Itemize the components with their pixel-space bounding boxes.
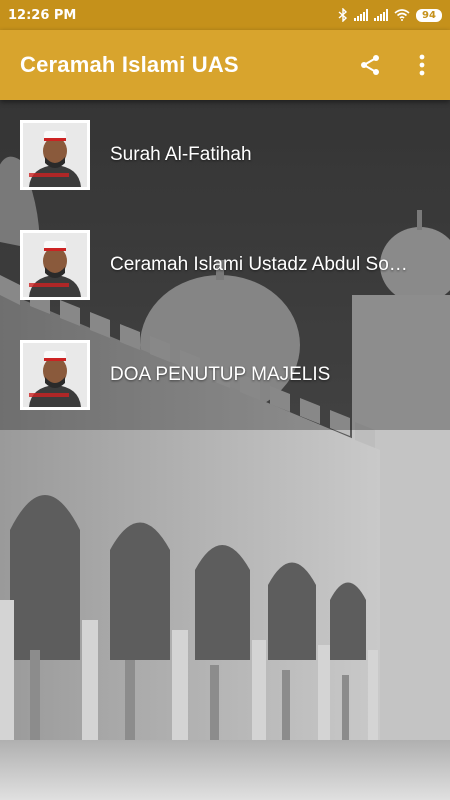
battery-icon: 94 <box>416 8 442 22</box>
app-bar: Ceramah Islami UAS <box>0 30 450 100</box>
status-icons: 94 <box>338 8 442 22</box>
wifi-icon <box>394 9 410 21</box>
portrait-icon <box>23 233 87 297</box>
bluetooth-icon <box>338 8 348 22</box>
list-item-label: Surah Al-Fatihah <box>110 144 252 165</box>
share-button[interactable] <box>348 43 392 87</box>
portrait-icon <box>23 123 87 187</box>
portrait-icon <box>23 343 87 407</box>
overflow-menu-button[interactable] <box>400 43 444 87</box>
list-item-label: Ceramah Islami Ustadz Abdul Somad <box>110 254 415 275</box>
app-title: Ceramah Islami UAS <box>20 52 239 77</box>
battery-level: 94 <box>422 9 436 21</box>
signal-icon <box>354 9 368 21</box>
status-bar: 12:26 PM 94 <box>0 0 450 30</box>
more-vert-icon <box>419 54 425 76</box>
ustadz-portrait-thumbnail <box>20 230 90 300</box>
ustadz-portrait-thumbnail <box>20 340 90 410</box>
list-item[interactable]: Surah Al-Fatihah <box>0 100 450 210</box>
list-item[interactable]: Ceramah Islami Ustadz Abdul Somad <box>0 210 450 320</box>
list-item[interactable]: DOA PENUTUP MAJELIS <box>0 320 450 430</box>
list-item-label: DOA PENUTUP MAJELIS <box>110 364 331 385</box>
share-icon <box>361 55 379 75</box>
status-time: 12:26 PM <box>8 7 77 23</box>
content-list: Surah Al-Fatihah Ceramah Islami Ustadz A… <box>0 100 450 430</box>
signal-icon <box>374 9 388 21</box>
ustadz-portrait-thumbnail <box>20 120 90 190</box>
